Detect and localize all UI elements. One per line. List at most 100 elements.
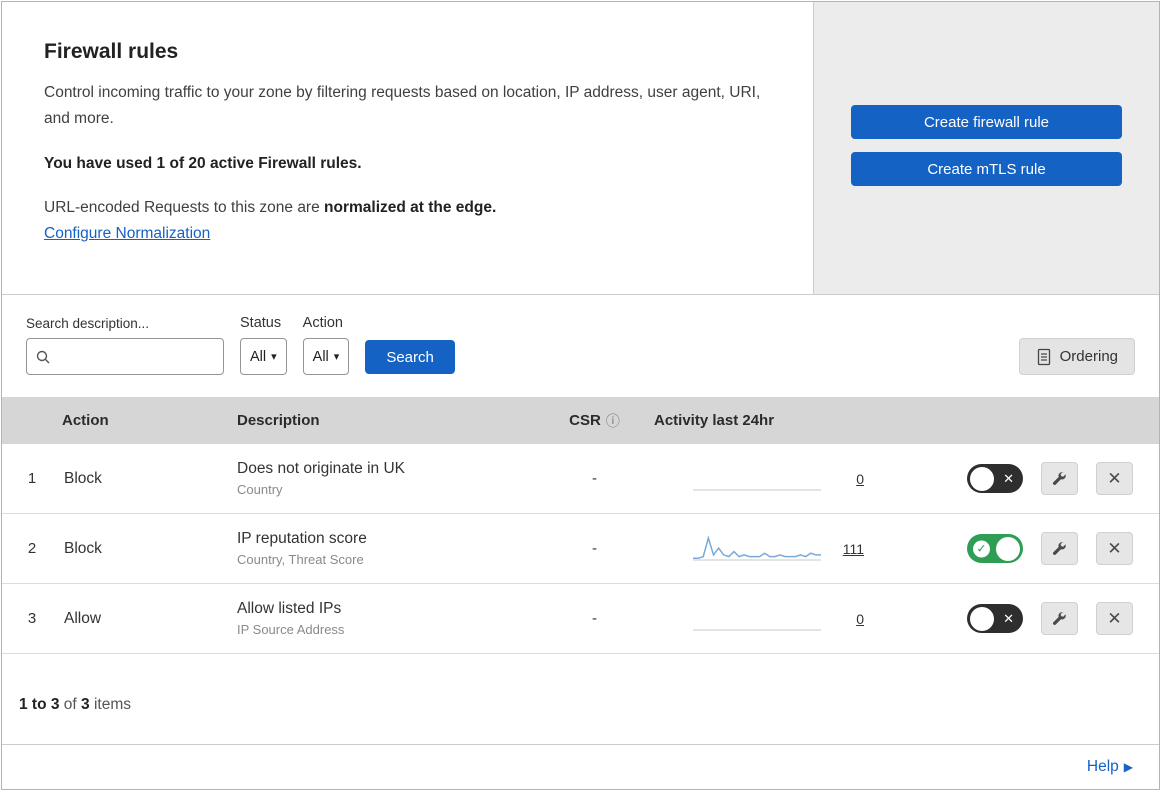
rule-csr: - bbox=[592, 540, 597, 557]
rule-fields: IP Source Address bbox=[237, 622, 345, 637]
activity-sparkline bbox=[693, 489, 821, 490]
search-icon bbox=[35, 349, 51, 365]
rule-csr: - bbox=[592, 470, 597, 487]
edit-rule-button[interactable] bbox=[1041, 602, 1078, 635]
activity-count-link[interactable]: 0 bbox=[842, 611, 864, 627]
delete-rule-button[interactable]: ✕ bbox=[1096, 462, 1133, 495]
normalization-bold: normalized at the edge. bbox=[324, 199, 497, 217]
search-button[interactable]: Search bbox=[365, 340, 455, 374]
ordering-label: Ordering bbox=[1059, 348, 1118, 365]
rule-description-cell: Allow listed IPs IP Source Address bbox=[237, 600, 547, 637]
pagination-summary: 1 to 3 of 3 items bbox=[2, 654, 1159, 744]
usage-line: You have used 1 of 20 active Firewall ru… bbox=[44, 155, 362, 173]
x-icon: ✕ bbox=[1003, 610, 1014, 626]
description-column-header: Description bbox=[237, 412, 320, 429]
create-mtls-rule-button[interactable]: Create mTLS rule bbox=[851, 152, 1122, 186]
rule-action: Allow bbox=[64, 609, 102, 627]
normalization-line: URL-encoded Requests to this zone are no… bbox=[44, 199, 773, 217]
rule-description[interactable]: Allow listed IPs bbox=[237, 600, 547, 618]
info-icon[interactable]: ⓘ bbox=[606, 411, 620, 431]
rule-activity-cell: 111 bbox=[642, 534, 882, 564]
status-select[interactable]: All ▾ bbox=[240, 338, 287, 375]
toggle-knob bbox=[996, 536, 1020, 561]
rule-fields: Country bbox=[237, 482, 283, 497]
rule-controls: ✓ ✕ ✕ bbox=[882, 602, 1159, 635]
firewall-rules-panel: Firewall rules Control incoming traffic … bbox=[1, 1, 1160, 790]
of-text: of bbox=[59, 696, 82, 713]
rule-description-cell: Does not originate in UK Country bbox=[237, 460, 547, 497]
rule-enable-toggle[interactable]: ✓ ✕ bbox=[967, 464, 1023, 493]
help-arrow-icon: ▶ bbox=[1123, 760, 1133, 774]
delete-rule-button[interactable]: ✕ bbox=[1096, 532, 1133, 565]
rule-activity-cell: 0 bbox=[642, 464, 882, 494]
search-box bbox=[26, 338, 224, 375]
action-value: All bbox=[312, 348, 329, 365]
table-header-row: Action Description CSR ⓘ Activity last 2… bbox=[2, 397, 1159, 444]
range-text: 1 to 3 bbox=[19, 696, 60, 713]
action-group: Action All ▾ bbox=[302, 315, 350, 375]
help-bar: Help ▶ bbox=[2, 744, 1159, 789]
ordering-button[interactable]: Ordering bbox=[1018, 338, 1135, 375]
table-row: 2 Block IP reputation score Country, Thr… bbox=[2, 514, 1159, 584]
toggle-knob bbox=[970, 606, 994, 631]
edit-rule-button[interactable] bbox=[1041, 462, 1078, 495]
activity-sparkline bbox=[693, 629, 821, 630]
rule-controls: ✓ ✕ ✕ bbox=[882, 532, 1159, 565]
chevron-down-icon: ▾ bbox=[271, 351, 277, 363]
rule-csr: - bbox=[592, 610, 597, 627]
create-firewall-rule-button[interactable]: Create firewall rule bbox=[851, 105, 1122, 139]
rule-activity-cell: 0 bbox=[642, 604, 882, 634]
configure-normalization-link[interactable]: Configure Normalization bbox=[44, 225, 210, 242]
check-icon: ✓ bbox=[973, 540, 990, 557]
activity-count-link[interactable]: 111 bbox=[842, 541, 864, 557]
rule-description[interactable]: IP reputation score bbox=[237, 530, 547, 548]
search-input[interactable] bbox=[57, 348, 215, 365]
rules-table: Action Description CSR ⓘ Activity last 2… bbox=[2, 397, 1159, 654]
action-column-header: Action bbox=[62, 412, 109, 429]
cta-panel: Create firewall rule Create mTLS rule bbox=[814, 2, 1159, 295]
rule-priority: 2 bbox=[27, 540, 37, 557]
search-label: Search description... bbox=[26, 316, 150, 331]
help-link[interactable]: Help ▶ bbox=[1087, 758, 1133, 775]
wrench-icon bbox=[1051, 470, 1068, 487]
activity-sparkline bbox=[693, 534, 821, 560]
rule-enable-toggle[interactable]: ✓ ✕ bbox=[967, 604, 1023, 633]
chevron-down-icon: ▾ bbox=[333, 351, 340, 363]
x-icon: ✕ bbox=[1107, 608, 1122, 628]
delete-rule-button[interactable]: ✕ bbox=[1096, 602, 1133, 635]
ordering-icon bbox=[1036, 348, 1052, 366]
help-label: Help bbox=[1086, 758, 1119, 775]
rule-controls: ✓ ✕ ✕ bbox=[882, 462, 1159, 495]
csr-header-label: CSR bbox=[569, 412, 601, 429]
toggle-knob bbox=[970, 466, 994, 491]
table-row: 1 Block Does not originate in UK Country… bbox=[2, 444, 1159, 514]
csr-column-header: CSR ⓘ bbox=[547, 411, 642, 431]
status-value: All bbox=[250, 348, 267, 365]
status-label: Status bbox=[240, 315, 282, 331]
activity-count-link[interactable]: 0 bbox=[842, 471, 864, 487]
edit-rule-button[interactable] bbox=[1041, 532, 1078, 565]
rule-action: Block bbox=[64, 539, 102, 557]
activity-column-header: Activity last 24hr bbox=[654, 412, 775, 429]
status-group: Status All ▾ bbox=[240, 315, 287, 375]
table-row: 3 Allow Allow listed IPs IP Source Addre… bbox=[2, 584, 1159, 654]
wrench-icon bbox=[1051, 610, 1068, 627]
items-text: items bbox=[89, 696, 131, 713]
rule-priority: 1 bbox=[27, 470, 37, 487]
filter-toolbar: Search description... Status All ▾ Actio… bbox=[2, 295, 1159, 397]
search-group: Search description... bbox=[26, 316, 224, 375]
normalization-prefix: URL-encoded Requests to this zone are bbox=[44, 199, 325, 217]
top-section: Firewall rules Control incoming traffic … bbox=[2, 2, 1159, 295]
rule-action: Block bbox=[64, 469, 102, 487]
rule-description[interactable]: Does not originate in UK bbox=[237, 460, 547, 478]
x-icon: ✕ bbox=[1003, 470, 1014, 486]
x-icon: ✕ bbox=[1107, 538, 1122, 558]
rule-enable-toggle[interactable]: ✓ ✕ bbox=[967, 534, 1023, 563]
rule-description-cell: IP reputation score Country, Threat Scor… bbox=[237, 530, 547, 567]
wrench-icon bbox=[1051, 540, 1068, 557]
action-select[interactable]: All ▾ bbox=[302, 338, 350, 375]
page-description: Control incoming traffic to your zone by… bbox=[44, 84, 761, 127]
action-label: Action bbox=[302, 315, 343, 331]
total-text: 3 bbox=[81, 696, 90, 713]
rule-priority: 3 bbox=[27, 610, 37, 627]
